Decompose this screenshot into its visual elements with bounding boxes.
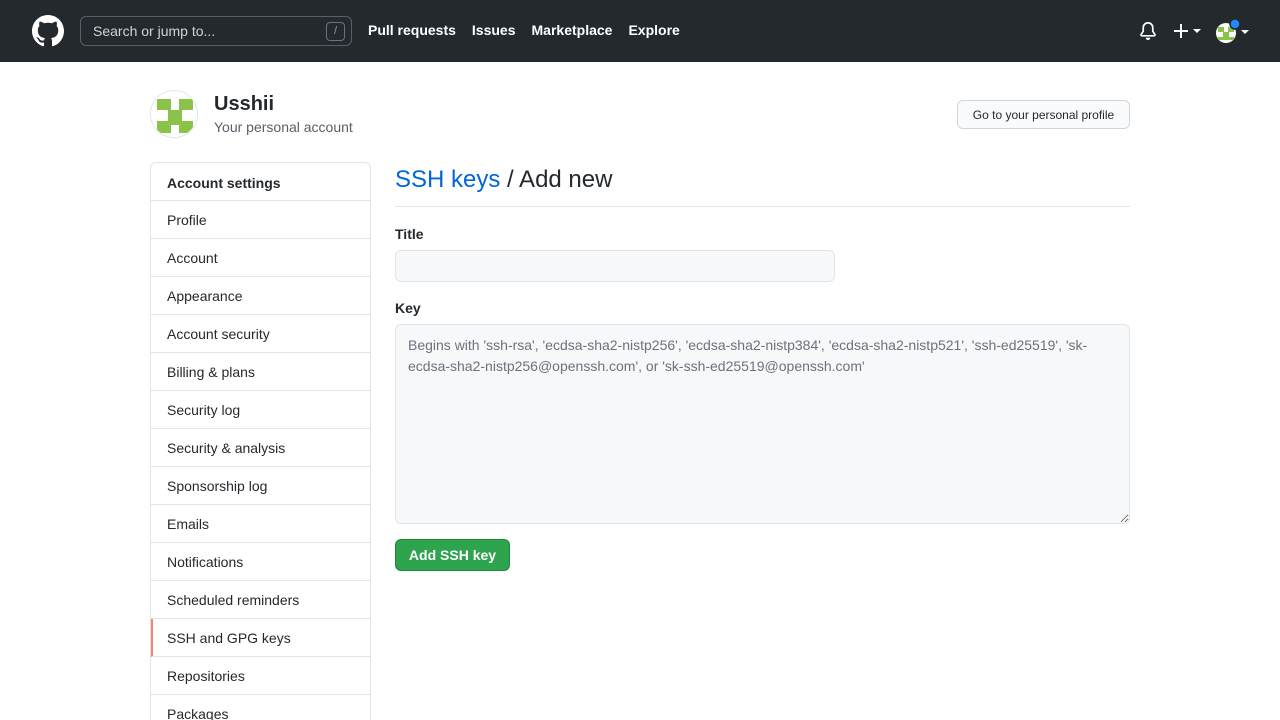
sidebar-heading: Account settings xyxy=(151,163,370,201)
user-menu[interactable] xyxy=(1214,19,1250,45)
sidebar-item-ssh-gpg-keys[interactable]: SSH and GPG keys xyxy=(151,619,370,657)
add-ssh-key-button[interactable]: Add SSH key xyxy=(395,539,510,571)
sidebar-item-emails[interactable]: Emails xyxy=(151,505,370,543)
title-input[interactable] xyxy=(395,250,835,282)
key-textarea[interactable] xyxy=(395,324,1130,524)
sidebar-item-security-analysis[interactable]: Security & analysis xyxy=(151,429,370,467)
sidebar-item-security-log[interactable]: Security log xyxy=(151,391,370,429)
create-new-menu[interactable] xyxy=(1173,22,1203,40)
page-title: SSH keys / Add new xyxy=(395,166,612,194)
sidebar-item-profile[interactable]: Profile xyxy=(151,201,370,239)
settings-sidebar: Account settings Profile Account Appeara… xyxy=(150,162,371,720)
search-shortcut-key: / xyxy=(326,22,345,41)
global-nav: Pull requests Issues Marketplace Explore xyxy=(368,22,680,38)
sidebar-item-account-security[interactable]: Account security xyxy=(151,315,370,353)
chevron-down-icon xyxy=(1241,30,1249,34)
github-logo-icon[interactable] xyxy=(32,15,64,47)
key-label: Key xyxy=(395,300,421,316)
avatar xyxy=(150,90,198,138)
account-name: Usshii xyxy=(214,93,275,115)
go-to-profile-button[interactable]: Go to your personal profile xyxy=(957,100,1130,129)
breadcrumb-ssh-keys-link[interactable]: SSH keys xyxy=(395,166,500,193)
nav-pull-requests[interactable]: Pull requests xyxy=(368,22,456,38)
sidebar-item-scheduled-reminders[interactable]: Scheduled reminders xyxy=(151,581,370,619)
title-divider xyxy=(395,206,1130,207)
search-input[interactable]: Search or jump to... / xyxy=(80,16,352,46)
sidebar-item-packages[interactable]: Packages xyxy=(151,695,370,720)
nav-marketplace[interactable]: Marketplace xyxy=(532,22,613,38)
search-placeholder: Search or jump to... xyxy=(93,23,216,39)
chevron-down-icon xyxy=(1193,29,1201,33)
nav-explore[interactable]: Explore xyxy=(628,22,679,38)
title-label: Title xyxy=(395,226,424,242)
sidebar-item-account[interactable]: Account xyxy=(151,239,370,277)
plus-icon xyxy=(1174,24,1188,38)
nav-issues[interactable]: Issues xyxy=(472,22,516,38)
breadcrumb-current: / Add new xyxy=(500,166,613,193)
bell-icon[interactable] xyxy=(1139,22,1157,40)
global-header: Search or jump to... / Pull requests Iss… xyxy=(0,0,1280,62)
account-subtitle: Your personal account xyxy=(214,119,353,135)
sidebar-item-billing[interactable]: Billing & plans xyxy=(151,353,370,391)
sidebar-item-repositories[interactable]: Repositories xyxy=(151,657,370,695)
sidebar-item-sponsorship-log[interactable]: Sponsorship log xyxy=(151,467,370,505)
sidebar-item-notifications[interactable]: Notifications xyxy=(151,543,370,581)
notification-dot xyxy=(1229,19,1241,30)
sidebar-item-appearance[interactable]: Appearance xyxy=(151,277,370,315)
